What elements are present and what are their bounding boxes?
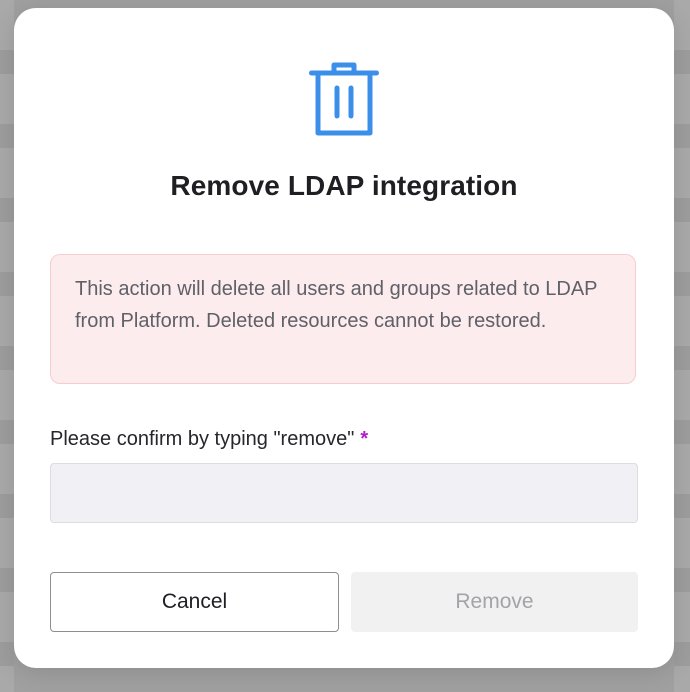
confirm-field-label: Please confirm by typing "remove" * — [50, 428, 368, 451]
confirm-remove-input[interactable] — [50, 463, 638, 523]
confirm-label-text: Please confirm by typing "remove" — [50, 428, 355, 450]
warning-message: This action will delete all users and gr… — [50, 254, 636, 384]
backdrop-left-edge — [0, 0, 14, 692]
remove-button[interactable]: Remove — [351, 572, 638, 632]
cancel-button[interactable]: Cancel — [50, 572, 339, 632]
dialog-title: Remove LDAP integration — [170, 170, 518, 201]
backdrop-right-edge — [674, 0, 690, 692]
remove-ldap-dialog: Remove LDAP integration This action will… — [14, 8, 674, 668]
required-marker: * — [360, 428, 369, 450]
trash-icon — [309, 62, 379, 136]
